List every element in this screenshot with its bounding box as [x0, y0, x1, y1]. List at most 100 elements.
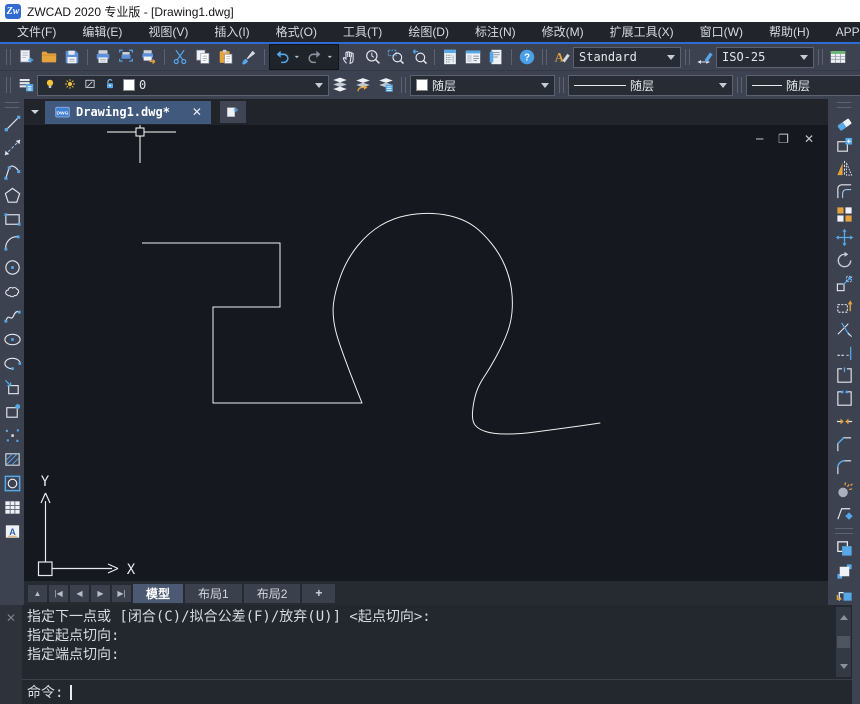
- dropdown-icon[interactable]: [326, 46, 337, 68]
- layout-nav-next-button[interactable]: ▶: [91, 585, 110, 602]
- break-at-point-button[interactable]: [832, 364, 856, 387]
- pan-button[interactable]: [339, 46, 361, 68]
- toolbar-grip[interactable]: [5, 102, 19, 108]
- stretch-button[interactable]: [832, 295, 856, 318]
- layout-add-button[interactable]: +: [302, 584, 335, 603]
- extend-button[interactable]: [832, 341, 856, 364]
- join-button[interactable]: [832, 410, 856, 433]
- rotate-button[interactable]: [832, 249, 856, 272]
- toolbar-grip[interactable]: [401, 77, 406, 93]
- send-to-back-button[interactable]: [832, 560, 856, 583]
- send-under-button[interactable]: [832, 583, 856, 606]
- dim-style-button[interactable]: [694, 46, 716, 68]
- color-combo[interactable]: 随层: [410, 75, 555, 96]
- drawn-spline[interactable]: [333, 213, 600, 434]
- insert-block-button[interactable]: [0, 375, 24, 399]
- paste-button[interactable]: [215, 46, 237, 68]
- toolbar-grip[interactable]: [685, 49, 690, 65]
- command-input[interactable]: 命令:: [22, 679, 852, 704]
- toolbar-grip[interactable]: [559, 77, 564, 93]
- make-layer-current-button[interactable]: [329, 74, 351, 96]
- drawing-canvas[interactable]: Y X ─ ❐ ✕: [24, 125, 828, 581]
- point-button[interactable]: [0, 423, 24, 447]
- scroll-up-icon[interactable]: [840, 611, 848, 620]
- save-button[interactable]: [61, 46, 83, 68]
- mirror-button[interactable]: [832, 157, 856, 180]
- toolbar-grip[interactable]: [737, 77, 742, 93]
- layout-tab-layout[interactable]: 布局1: [185, 584, 242, 603]
- layout-tab-model-active[interactable]: 模型: [133, 584, 183, 603]
- layout-nav-last-button[interactable]: ▶|: [112, 585, 131, 602]
- copy-object-button[interactable]: [832, 134, 856, 157]
- cut-button[interactable]: [169, 46, 191, 68]
- circle-button[interactable]: [0, 255, 24, 279]
- layer-states-button[interactable]: [375, 74, 397, 96]
- polygon-button[interactable]: [0, 183, 24, 207]
- polyline-button[interactable]: [0, 159, 24, 183]
- rectangle-button[interactable]: [0, 207, 24, 231]
- ellipse-button[interactable]: [0, 327, 24, 351]
- design-center-button[interactable]: [462, 46, 484, 68]
- dim-style-combo[interactable]: ISO-25: [716, 47, 814, 68]
- table-button[interactable]: [0, 495, 24, 519]
- help-button[interactable]: ?: [516, 46, 538, 68]
- drawn-polyline[interactable]: [142, 243, 362, 403]
- bring-to-front-button[interactable]: [832, 537, 856, 560]
- command-close-icon[interactable]: ✕: [6, 611, 16, 704]
- layer-previous-button[interactable]: [352, 74, 374, 96]
- toolbar-grip[interactable]: [835, 528, 853, 534]
- layer-lock-icon[interactable]: [103, 77, 119, 93]
- scrollbar-thumb[interactable]: [837, 636, 850, 648]
- edit-polyline-button[interactable]: [832, 502, 856, 525]
- hatch-button[interactable]: [0, 447, 24, 471]
- layer-freeze-icon[interactable]: [63, 77, 79, 93]
- new-tab-button[interactable]: [220, 101, 246, 123]
- erase-button[interactable]: [832, 111, 856, 134]
- undo-button[interactable]: [271, 46, 293, 68]
- minimize-icon[interactable]: ─: [756, 132, 763, 146]
- trim-button[interactable]: [832, 318, 856, 341]
- chamfer-button[interactable]: [832, 433, 856, 456]
- menu-item-x[interactable]: 扩展工具(X): [597, 22, 687, 42]
- move-button[interactable]: [832, 226, 856, 249]
- command-scrollbar[interactable]: [836, 607, 851, 677]
- menu-item-m[interactable]: 修改(M): [529, 22, 597, 42]
- toolbar-grip[interactable]: [818, 49, 823, 65]
- text-style-combo[interactable]: Standard: [573, 47, 681, 68]
- menu-item-app[interactable]: APP+: [823, 22, 860, 42]
- fillet-button[interactable]: [832, 456, 856, 479]
- line-button[interactable]: [0, 111, 24, 135]
- ellipse-arc-button[interactable]: [0, 351, 24, 375]
- open-button[interactable]: [38, 46, 60, 68]
- scale-button[interactable]: [832, 272, 856, 295]
- construction-line-button[interactable]: [0, 135, 24, 159]
- menu-item-v[interactable]: 视图(V): [135, 22, 201, 42]
- array-button[interactable]: [832, 203, 856, 226]
- layout-nav-first-button[interactable]: |◀: [49, 585, 68, 602]
- explode-button[interactable]: [832, 479, 856, 502]
- menu-item-t[interactable]: 工具(T): [330, 22, 395, 42]
- scroll-down-icon[interactable]: [840, 664, 848, 673]
- menu-item-d[interactable]: 绘图(D): [395, 22, 462, 42]
- text-style-button[interactable]: A: [551, 46, 573, 68]
- layer-on-icon[interactable]: [43, 77, 59, 93]
- layer-combo[interactable]: 0: [37, 75, 329, 96]
- toolbar-grip[interactable]: [542, 49, 547, 65]
- mtext-button[interactable]: A: [0, 519, 24, 543]
- zoom-window-button[interactable]: [385, 46, 407, 68]
- copy-button[interactable]: [192, 46, 214, 68]
- restore-icon[interactable]: ❐: [778, 132, 789, 146]
- layer-plot-icon[interactable]: [83, 77, 99, 93]
- tab-list-dropdown-icon[interactable]: [27, 102, 43, 122]
- break-button[interactable]: [832, 387, 856, 410]
- lineweight-combo[interactable]: 随层: [746, 75, 860, 96]
- document-tab-active[interactable]: DWG Drawing1.dwg* ✕: [45, 101, 211, 124]
- region-button[interactable]: [0, 471, 24, 495]
- tab-close-icon[interactable]: ✕: [192, 105, 202, 119]
- menu-item-n[interactable]: 标注(N): [462, 22, 529, 42]
- menu-item-w[interactable]: 窗口(W): [687, 22, 756, 42]
- print-preview-button[interactable]: [115, 46, 137, 68]
- tool-palettes-button[interactable]: [485, 46, 507, 68]
- menu-item-e[interactable]: 编辑(E): [69, 22, 135, 42]
- close-icon[interactable]: ✕: [804, 132, 814, 146]
